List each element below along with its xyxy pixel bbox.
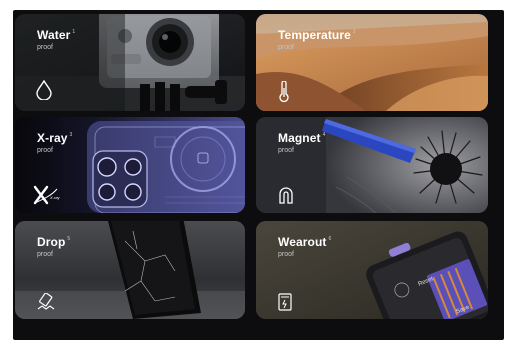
card-title: Temperature 2: [278, 28, 356, 42]
card-subtitle: proof: [278, 147, 294, 154]
temperature-proof-card[interactable]: Temperature 2 proof: [256, 14, 488, 111]
card-subtitle: proof: [278, 44, 294, 51]
x-ray-proof-card[interactable]: X-ray 3 proof X-ray: [15, 117, 245, 213]
card-subtitle: proof: [37, 251, 53, 258]
card-title: Wearout 6: [278, 235, 332, 249]
magnet-icon: [279, 187, 293, 204]
drop-test-icon: [37, 293, 55, 310]
card-title: Drop 5: [37, 235, 71, 249]
card-title: X-ray 3: [37, 131, 73, 145]
x-ray-logo-text: X-ray: [50, 195, 60, 200]
card-title: Magnet 4: [278, 131, 326, 145]
drop-proof-card[interactable]: Drop 5 proof: [15, 221, 245, 319]
wearout-icon: [278, 293, 292, 311]
card-title: Water 1: [37, 28, 76, 42]
card-subtitle: proof: [37, 44, 53, 51]
water-proof-card[interactable]: Water 1 proof: [15, 14, 245, 111]
magnet-proof-card[interactable]: Magnet 4 proof: [256, 117, 488, 213]
water-drop-icon: [36, 80, 52, 100]
thermometer-icon: [279, 81, 289, 103]
card-subtitle: proof: [37, 147, 53, 154]
card-subtitle: proof: [278, 251, 294, 258]
wearout-proof-card[interactable]: Wearout 6 proof Reset Save: [256, 221, 488, 319]
